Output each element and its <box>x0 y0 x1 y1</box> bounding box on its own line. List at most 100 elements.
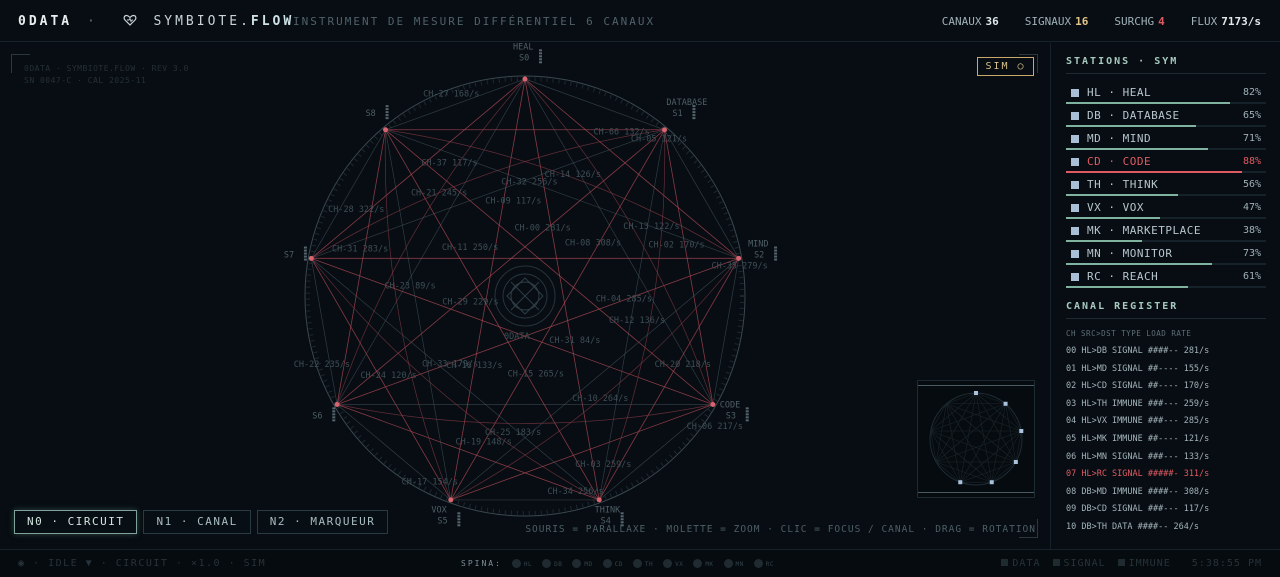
spina-item[interactable]: DB <box>542 559 562 568</box>
minimap[interactable] <box>917 380 1035 498</box>
register-row[interactable]: 02 HL>CD SIGNAL ##---- 170/s <box>1066 378 1266 396</box>
node-meter <box>774 246 778 249</box>
station-bar-track <box>1066 240 1266 242</box>
register-row[interactable]: 00 HL>DB SIGNAL ####-- 281/s <box>1066 343 1266 361</box>
node-meter <box>774 252 778 255</box>
node-point <box>661 127 667 133</box>
stat-flux: FLUX 7173/s <box>1191 15 1261 28</box>
register-row[interactable]: 06 HL>MN SIGNAL ###--- 133/s <box>1066 449 1266 467</box>
station-item[interactable]: MD · MIND 71% <box>1066 128 1266 151</box>
register-row[interactable]: 07 HL>RC SIGNAL #####- 311/s <box>1066 466 1266 484</box>
station-item[interactable]: HL · HEAL 82% <box>1066 82 1266 105</box>
spina-item[interactable]: MD <box>572 559 592 568</box>
sim-toggle-button[interactable]: SIM ○ <box>977 57 1034 76</box>
spina-item[interactable]: MN <box>723 559 744 568</box>
station-percent: 56% <box>1242 179 1261 190</box>
spina-item[interactable]: MK <box>693 559 713 568</box>
station-item[interactable]: VX · VOX 47% <box>1066 197 1266 220</box>
stat-signaux: SIGNAUX 16 <box>1025 15 1089 28</box>
side-panel: STATIONS · SYM HL · HEAL 82% DB · DATABASE… <box>1050 43 1280 549</box>
spina-item[interactable]: TH <box>632 559 653 568</box>
node-meter <box>332 416 336 419</box>
station-item[interactable]: MN · MONITOR 73% <box>1066 243 1266 266</box>
register-row[interactable]: 03 HL>TH IMMUNE ###--- 259/s <box>1066 396 1266 414</box>
channel-label: CH-03 259/s <box>575 460 631 470</box>
node-id: S5 <box>437 516 447 526</box>
station-marker <box>1071 273 1079 281</box>
channel-label: CH-00 281/s <box>514 224 570 234</box>
circuit-viewport[interactable]: 0DATA · SYMBIOTE.FLOW · REV 3.0 SN 0047-… <box>0 43 1049 549</box>
station-marker <box>1071 158 1079 166</box>
node-meter <box>620 512 624 515</box>
mode-button-0[interactable]: N0 · CIRCUIT <box>14 510 138 534</box>
stat-value: 16 <box>1075 15 1089 28</box>
register-row[interactable]: 08 DB>MD IMMUNE ####-- 308/s <box>1066 484 1266 502</box>
station-item[interactable]: TH · THINK 56% <box>1066 174 1266 197</box>
register-row[interactable]: 04 HL>VX IMMUNE ###--- 285/s <box>1066 413 1266 431</box>
minimap-node <box>1003 401 1008 406</box>
spina-dot <box>693 559 703 568</box>
station-label: MN · MONITOR <box>1087 247 1173 260</box>
spina-item[interactable]: HL <box>511 559 532 568</box>
center-label: 0DATA <box>504 332 530 342</box>
station-percent: 65% <box>1242 110 1261 121</box>
node-meter <box>745 410 749 413</box>
station-item[interactable]: RC · REACH 61% <box>1066 266 1266 289</box>
station-label: HL · HEAL <box>1087 86 1152 99</box>
minimap-line <box>991 461 1017 483</box>
spina-code: VX <box>675 561 684 568</box>
mode-button-1[interactable]: N1 · CANAL <box>143 510 251 534</box>
spina-item[interactable]: CD <box>602 559 623 568</box>
station-label: DB · DATABASE <box>1087 109 1180 122</box>
station-item[interactable]: DB · DATABASE 65% <box>1066 105 1266 128</box>
node-meter <box>303 255 307 258</box>
node-point <box>334 402 340 407</box>
node-id: S3 <box>726 411 736 421</box>
register-row[interactable]: 01 HL>MD SIGNAL ##---- 155/s <box>1066 361 1266 379</box>
node-id: S1 <box>672 109 682 119</box>
station-bar-track <box>1066 194 1266 196</box>
spina-item[interactable]: VX <box>663 559 683 568</box>
node-id: S7 <box>284 251 294 261</box>
channel-line <box>385 129 452 500</box>
station-marker <box>1071 204 1079 212</box>
channel-label: CH-24 120/s <box>360 371 416 381</box>
channel-label: CH-06 217/s <box>687 422 743 432</box>
channel-label: CH-22 235/s <box>294 360 350 370</box>
station-item[interactable]: MK · MARKETPLACE 38% <box>1066 220 1266 243</box>
register-row[interactable]: 09 DB>CD SIGNAL ###--- 117/s <box>1066 501 1266 519</box>
minimap-node <box>974 391 978 395</box>
node-meter <box>385 111 389 114</box>
minimap-line <box>975 392 1006 405</box>
spina-dot <box>602 559 612 568</box>
station-bar-fill <box>1066 286 1188 288</box>
node-point <box>448 497 454 503</box>
mode-button-2[interactable]: N2 · MARQUEUR <box>256 510 389 534</box>
channel-label: CH-31 283/s <box>332 244 388 254</box>
spina-code: CD <box>614 561 623 568</box>
node-meter <box>692 114 696 117</box>
node-point <box>522 76 528 82</box>
node-meter <box>745 413 749 416</box>
node-id: S2 <box>754 251 764 261</box>
stat-label: FLUX <box>1190 15 1218 28</box>
channel-label: CH-27 168/s <box>423 89 479 99</box>
node-meter <box>620 515 624 518</box>
node-meter <box>303 246 307 249</box>
register-row[interactable]: 10 DB>TH DATA ####-- 264/s <box>1066 519 1266 537</box>
spina-dot <box>542 559 552 568</box>
spina-item[interactable]: RC <box>753 559 774 568</box>
station-percent: 71% <box>1242 133 1261 144</box>
station-label: TH · THINK <box>1087 178 1159 191</box>
circuit-diagram[interactable]: CH-00 281/sCH-14 126/sCH-66 132/sCH-05 1… <box>0 43 1049 549</box>
channel-label: CH-08 308/s <box>565 238 621 248</box>
minimap-line <box>946 392 977 405</box>
station-label: RC · REACH <box>1087 270 1159 283</box>
minimap-node <box>989 480 994 485</box>
stations-title: STATIONS · SYM <box>1066 56 1266 74</box>
station-item[interactable]: CD · CODE 88% <box>1066 151 1266 174</box>
register-row[interactable]: 05 HL>MK IMMUNE ##---- 121/s <box>1066 431 1266 449</box>
node-meter <box>332 407 336 410</box>
spina-dot <box>632 559 642 568</box>
node-meter <box>774 249 778 252</box>
